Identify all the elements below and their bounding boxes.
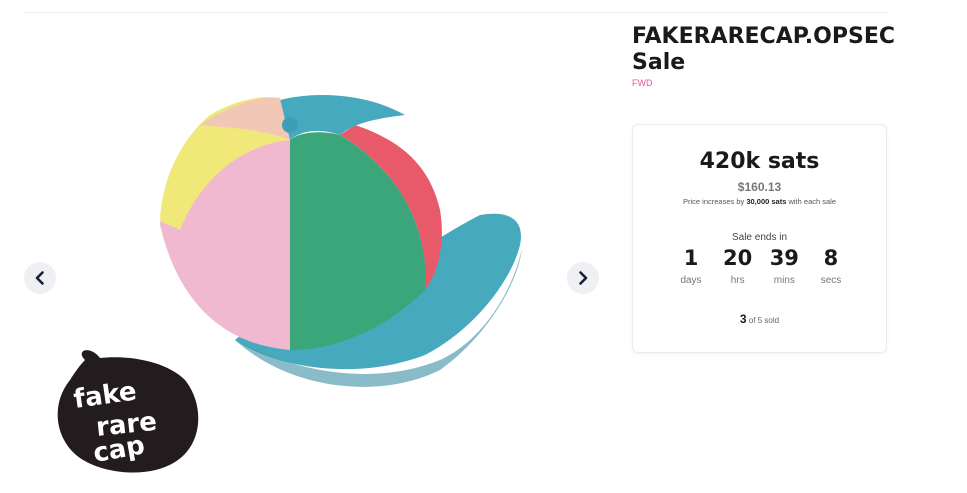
carousel-next-button[interactable] bbox=[567, 262, 599, 294]
price-increase-note: Price increases by 30,000 sats with each… bbox=[633, 197, 886, 206]
increase-suffix: with each sale bbox=[786, 197, 837, 206]
chevron-left-icon bbox=[35, 271, 44, 285]
product-title: FAKERARECAP.OPSEC Sale bbox=[632, 24, 896, 75]
countdown-value: 8 bbox=[823, 246, 839, 270]
price-sats: 420k sats bbox=[699, 149, 820, 174]
countdown-seconds: 8 secs bbox=[811, 245, 851, 286]
countdown-value: 20 bbox=[723, 246, 753, 270]
sold-status: 3 of 5 sold bbox=[633, 312, 886, 326]
countdown-days: 1 days bbox=[671, 245, 711, 286]
price-usd: $160.13 bbox=[737, 180, 782, 194]
countdown-value: 39 bbox=[769, 246, 799, 270]
countdown-hours: 20 hrs bbox=[718, 245, 758, 286]
increase-prefix: Price increases by bbox=[682, 197, 747, 206]
chevron-right-icon bbox=[579, 271, 588, 285]
countdown: 1 days 20 hrs 39 mins 8 secs bbox=[671, 245, 851, 286]
countdown-label: mins bbox=[773, 275, 795, 286]
sold-suffix: of 5 sold bbox=[746, 316, 780, 325]
sale-card: 420k sats $160.13 Price increases by 30,… bbox=[632, 124, 887, 353]
product-page: fake rare cap FAKERARECAP.OPSEC Sale FWD… bbox=[0, 0, 967, 493]
countdown-value: 1 bbox=[683, 246, 699, 270]
carousel-prev-button[interactable] bbox=[24, 262, 56, 294]
sale-ends-label: Sale ends in bbox=[731, 232, 788, 243]
increase-amount: 30,000 sats bbox=[746, 197, 787, 206]
sold-count: 3 bbox=[739, 312, 747, 326]
divider bbox=[24, 12, 888, 13]
brand-logo: fake rare cap bbox=[57, 350, 199, 473]
countdown-label: hrs bbox=[730, 275, 745, 286]
countdown-label: days bbox=[680, 275, 702, 286]
countdown-minutes: 39 mins bbox=[764, 245, 804, 286]
countdown-label: secs bbox=[820, 275, 842, 286]
product-tag: FWD bbox=[632, 78, 653, 88]
